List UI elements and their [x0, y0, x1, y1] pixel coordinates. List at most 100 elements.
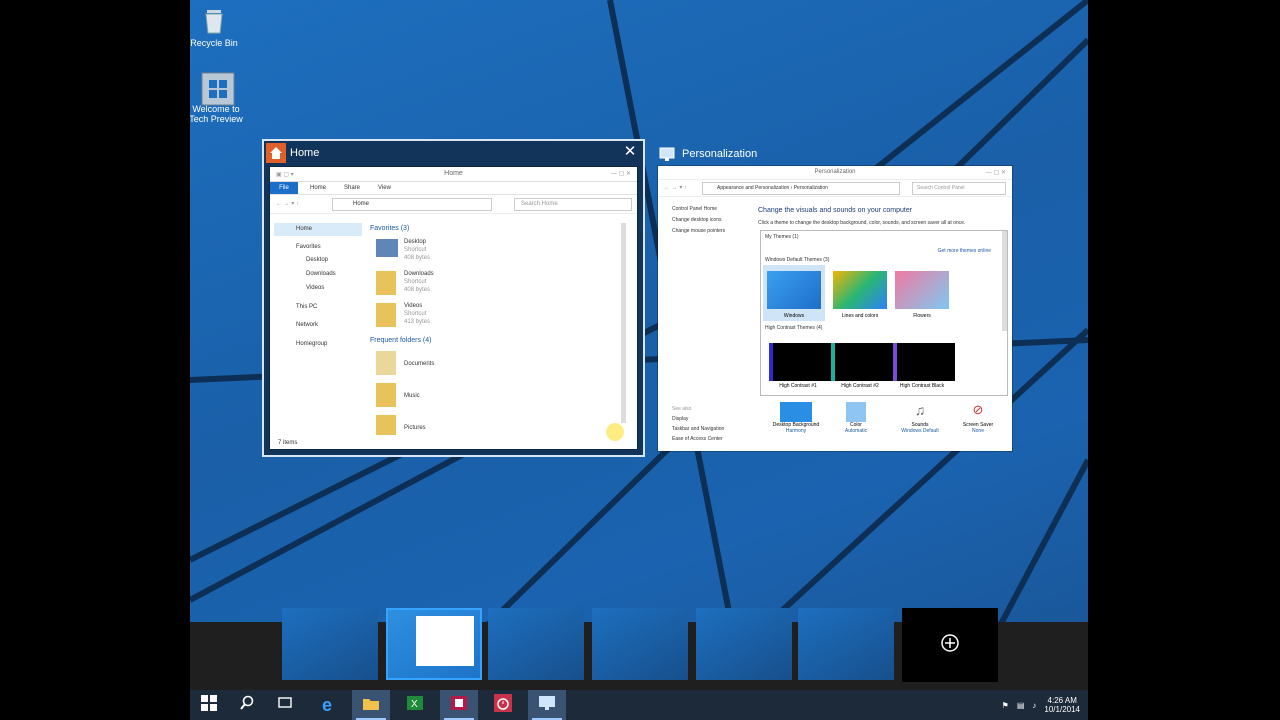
ribbon-tab-share[interactable]: Share — [344, 185, 360, 191]
taskbar-excel[interactable]: X — [396, 690, 434, 720]
downloads-folder-icon — [376, 271, 396, 295]
theme-windows-preview[interactable] — [767, 271, 821, 309]
desktop-preview-window — [416, 616, 474, 666]
personalization-icon — [658, 145, 676, 163]
theme-flowers-preview[interactable] — [895, 271, 949, 309]
task-view-window-personalization[interactable]: Personalization — ▢ ✕ ← → ▾ ↑ Appearance… — [658, 166, 1012, 451]
desktop-icon-recycle-bin[interactable]: Recycle Bin — [190, 6, 244, 48]
task-view-window-home[interactable]: Home ✕ ▣ ▢ ▾ Home — ▢ ✕ File Home Share … — [262, 139, 645, 457]
color-icon — [846, 402, 866, 422]
screen-saver-setting[interactable]: ⊘ Screen Saver None — [952, 402, 1004, 434]
ribbon-tab-file[interactable]: File — [270, 182, 298, 194]
letterbox-right — [1088, 0, 1280, 720]
clock[interactable]: 4:26 AM 10/1/2014 — [1044, 696, 1080, 714]
frequent-group-header[interactable]: Frequent folders (4) — [370, 337, 431, 344]
nav-item-downloads[interactable]: Downloads — [306, 271, 336, 277]
task-view-button[interactable] — [266, 690, 304, 720]
theme-hc1-preview[interactable] — [769, 343, 831, 381]
explorer-title: Home — [444, 170, 463, 177]
sounds-setting[interactable]: ♫ Sounds Windows Default — [894, 402, 946, 434]
desktop-background-icon — [780, 402, 812, 422]
see-also-header: See also — [672, 406, 692, 412]
search-placeholder: Search Home — [521, 201, 558, 207]
virtual-desktop-1[interactable] — [282, 608, 378, 680]
search-box[interactable]: Search Home — [514, 198, 632, 211]
personalization-icon — [538, 695, 556, 716]
link-control-panel-home[interactable]: Control Panel Home — [672, 204, 725, 215]
desktop-background-setting[interactable]: Desktop Background Harmony — [770, 402, 822, 434]
personalization-title-row: Personalization — [658, 145, 757, 163]
virtual-desktop-6[interactable] — [798, 608, 894, 680]
desktop-icon-welcome[interactable]: Welcome to Tech Preview — [190, 72, 246, 124]
theme-hcblack-preview[interactable] — [893, 343, 955, 381]
get-more-themes-link[interactable]: Get more themes online — [938, 248, 991, 254]
theme-label: High Contrast Black — [899, 383, 945, 389]
nav-item-desktop[interactable]: Desktop — [306, 257, 328, 263]
cp-left-links: Control Panel Home Change desktop icons … — [672, 204, 725, 237]
windows-welcome-icon — [201, 72, 235, 106]
close-window-button[interactable]: ✕ — [621, 143, 639, 161]
nav-item-favorites[interactable]: Favorites — [296, 244, 321, 250]
clock-date: 10/1/2014 — [1044, 705, 1080, 714]
color-setting[interactable]: Color Automatic — [830, 402, 882, 434]
status-bar: 7 items — [278, 440, 298, 446]
ribbon-tabs: File Home Share View — [270, 182, 637, 195]
theme-lines-preview[interactable] — [833, 271, 887, 309]
theme-label: Flowers — [913, 313, 931, 319]
volume-icon[interactable]: ♪ — [1032, 701, 1036, 710]
internet-explorer-icon: e — [321, 694, 332, 715]
network-icon[interactable]: ▤ — [1017, 701, 1025, 710]
theme-label: High Contrast #1 — [779, 383, 817, 389]
theme-list[interactable]: My Themes (1) Get more themes online Win… — [760, 230, 1008, 396]
search-button[interactable] — [228, 690, 266, 720]
breadcrumb: Appearance and Personalization › Persona… — [717, 185, 828, 191]
publisher-icon — [450, 694, 468, 717]
ribbon-tab-view[interactable]: View — [378, 185, 391, 191]
nav-item-this-pc[interactable]: This PC — [296, 304, 317, 310]
link-taskbar-navigation[interactable]: Taskbar and Navigation — [672, 424, 724, 434]
back-forward-icon[interactable]: ← → ▾ ↑ — [664, 184, 687, 191]
system-tray: ⚑ ▤ ♪ 4:26 AM 10/1/2014 — [1002, 690, 1088, 720]
nav-item-homegroup[interactable]: Homegroup — [296, 341, 327, 347]
cp-heading: Change the visuals and sounds on your co… — [758, 207, 913, 214]
music-folder-icon — [376, 383, 396, 407]
taskbar: e X ⚑ ▤ ♪ 4:26 AM 10/1/2014 — [190, 690, 1088, 720]
taskbar-personalization[interactable] — [528, 690, 566, 720]
file-explorer-window: ▣ ▢ ▾ Home — ▢ ✕ File Home Share View ← … — [270, 167, 637, 449]
virtual-desktop-5[interactable] — [696, 608, 792, 680]
link-ease-of-access[interactable]: Ease of Access Center — [672, 434, 724, 444]
address-bar[interactable]: Appearance and Personalization › Persona… — [702, 182, 900, 195]
address-bar[interactable]: Home — [332, 198, 492, 211]
taskbar-internet-explorer[interactable]: e — [308, 690, 346, 720]
link-change-mouse-pointers[interactable]: Change mouse pointers — [672, 226, 725, 237]
scrollbar[interactable] — [1002, 231, 1007, 331]
virtual-desktop-4[interactable] — [592, 608, 688, 680]
search-placeholder: Search Control Panel — [917, 185, 965, 191]
nav-item-network[interactable]: Network — [296, 322, 318, 328]
explorer-titlebar: ▣ ▢ ▾ Home — ▢ ✕ — [270, 167, 637, 182]
virtual-desktop-2[interactable] — [386, 608, 482, 680]
link-display[interactable]: Display — [672, 414, 724, 424]
search-box[interactable]: Search Control Panel — [912, 182, 1006, 195]
taskbar-publisher[interactable] — [440, 690, 478, 720]
link-change-desktop-icons[interactable]: Change desktop icons — [672, 215, 725, 226]
ribbon-tab-home[interactable]: Home — [310, 185, 326, 191]
high-contrast-header: High Contrast Themes (4) — [765, 325, 823, 331]
nav-item-home[interactable]: Home — [296, 226, 312, 232]
taskbar-alarms[interactable] — [484, 690, 522, 720]
my-themes-header: My Themes (1) — [765, 234, 799, 240]
cursor-highlight — [606, 423, 624, 441]
scrollbar[interactable] — [621, 223, 626, 423]
taskbar-file-explorer[interactable] — [352, 690, 390, 720]
file-explorer-icon — [362, 695, 380, 716]
address-text: Home — [353, 201, 370, 207]
start-button[interactable] — [190, 690, 228, 720]
add-desktop-button[interactable] — [902, 608, 998, 682]
action-center-icon[interactable]: ⚑ — [1002, 701, 1009, 710]
back-forward-icon[interactable]: ← → ▾ ↑ — [276, 200, 299, 207]
bottom-settings-row: Desktop Background Harmony Color Automat… — [762, 402, 1008, 448]
nav-item-videos[interactable]: Videos — [306, 285, 324, 291]
theme-hc2-preview[interactable] — [831, 343, 893, 381]
favorites-group-header[interactable]: Favorites (3) — [370, 225, 409, 232]
virtual-desktop-3[interactable] — [488, 608, 584, 680]
